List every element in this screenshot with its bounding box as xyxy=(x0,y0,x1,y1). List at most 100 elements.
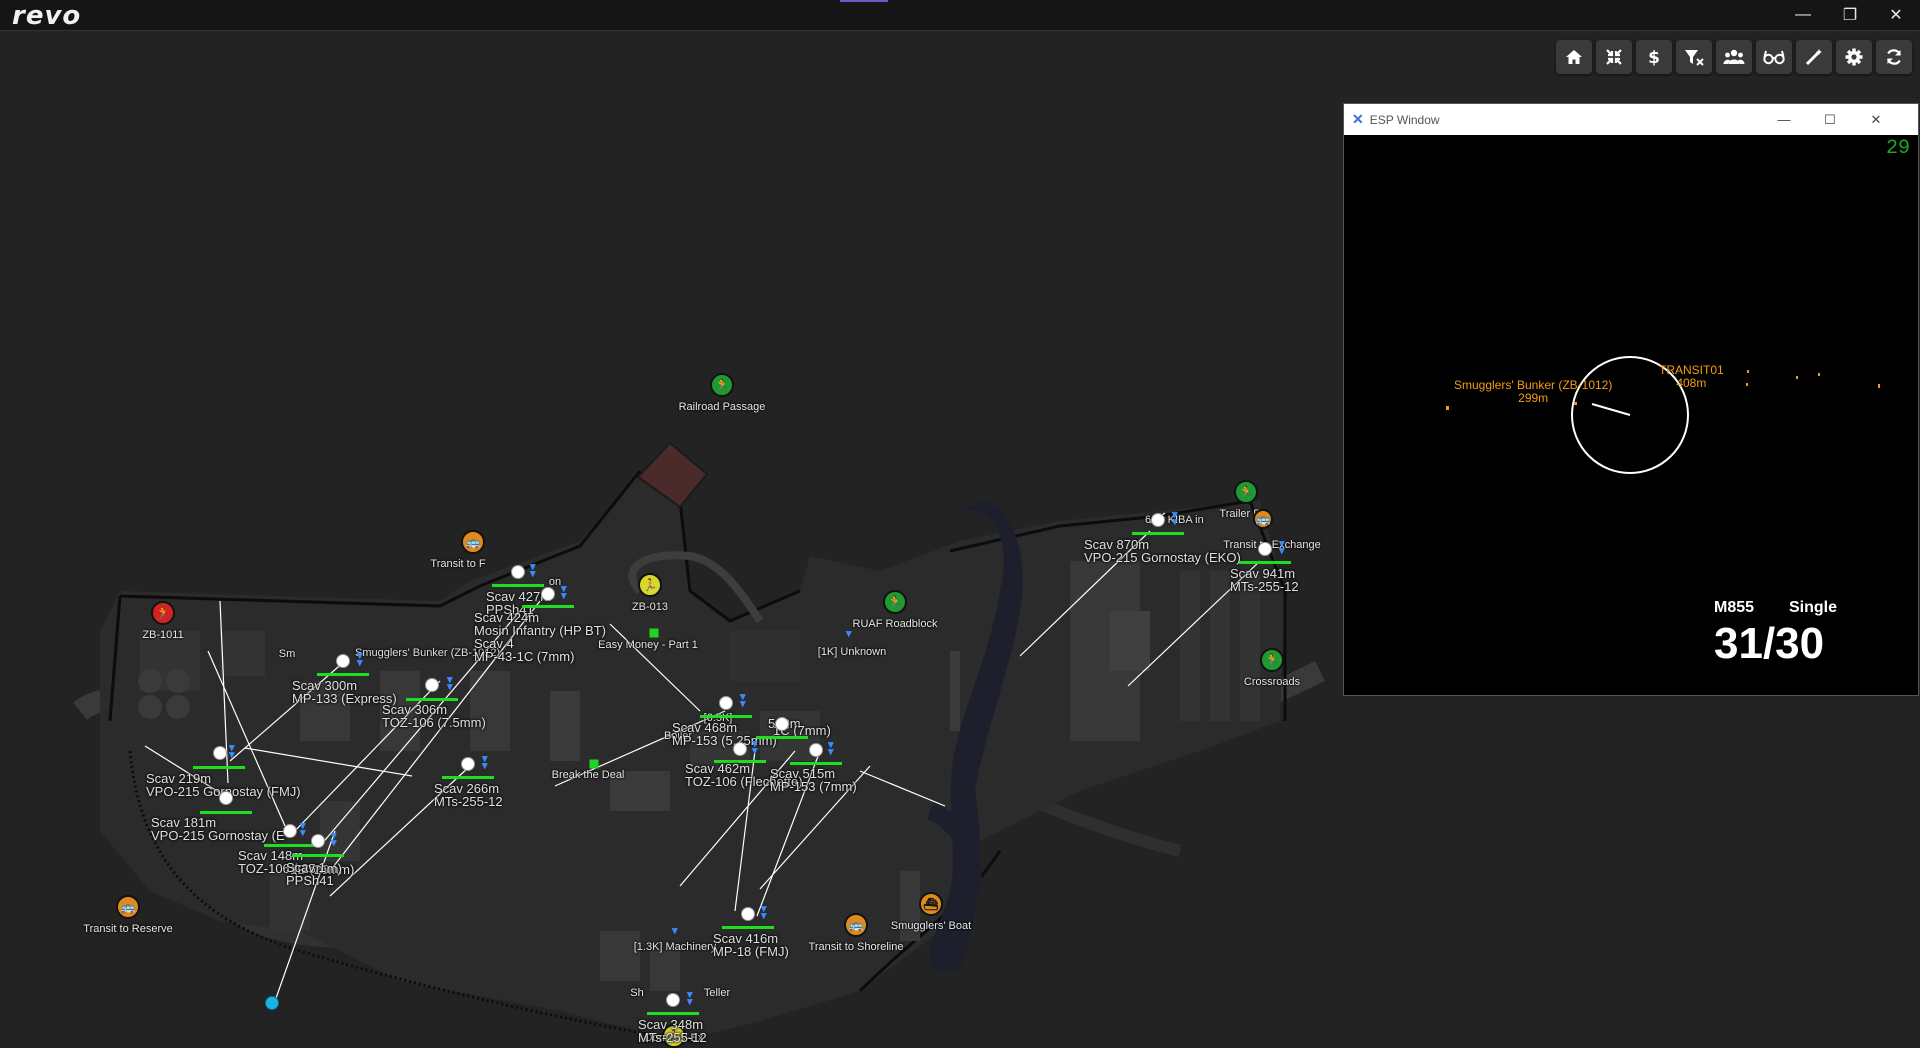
quest-marker-icon[interactable] xyxy=(649,628,659,638)
smugglers-boat-label: Smugglers' Boat xyxy=(890,920,972,932)
chevron-down-icon: ▾ ▾ xyxy=(331,830,337,849)
scav-marker[interactable] xyxy=(511,565,525,579)
esp-titlebar[interactable]: ✕ ESP Window — ☐ ✕ xyxy=(1344,104,1918,135)
app-logo: revo xyxy=(12,1,82,31)
scav-marker[interactable] xyxy=(311,834,325,848)
scav-marker[interactable] xyxy=(1258,542,1272,556)
exfil-danger-icon[interactable]: 🏃 xyxy=(151,601,175,625)
crossroads-label: Crossroads xyxy=(1243,676,1301,688)
scav-marker[interactable] xyxy=(283,824,297,838)
chevron-down-icon: ▾ ▾ xyxy=(482,753,488,772)
exfil-running-icon[interactable]: 🏃 xyxy=(1260,648,1284,672)
chevron-down-icon: ▾ ▾ xyxy=(761,903,767,922)
exfil-running-icon[interactable]: 🏃 xyxy=(1234,480,1258,504)
esp-bunker-label: Smugglers' Bunker (ZB-1012) 299m xyxy=(1454,378,1613,405)
chevron-down-icon: ▾ ▾ xyxy=(300,820,306,839)
scav-marker[interactable] xyxy=(541,587,555,601)
scav-health-bar xyxy=(442,776,494,779)
ruaf-roadblock-label: RUAF Roadblock xyxy=(852,618,938,630)
scav-label: Scav 870m VPO-215 Gornostay (EKO) xyxy=(1084,537,1241,565)
sm-label: Sm xyxy=(278,648,296,660)
loot-chevron-icon: ▾ xyxy=(672,925,678,937)
zb013-label: ZB-013 xyxy=(631,601,669,613)
scav-health-bar xyxy=(790,762,842,765)
fire-mode: Single xyxy=(1789,599,1838,616)
scav-marker[interactable] xyxy=(666,993,680,1007)
scav-health-bar xyxy=(492,584,544,587)
chevron-down-icon: ▾ ▾ xyxy=(828,739,834,758)
scav-marker[interactable] xyxy=(219,791,233,805)
scav-marker[interactable] xyxy=(733,742,747,756)
minimize-button[interactable]: — xyxy=(1781,0,1825,30)
esp-viewport: 29 Smugglers' Bunker (ZB-1012) 299m TRANS… xyxy=(1344,135,1918,695)
esp-app-icon: ✕ xyxy=(1352,111,1364,127)
chevron-down-icon: ▾ ▾ xyxy=(357,650,363,669)
scav-marker[interactable] xyxy=(809,743,823,757)
title-accent xyxy=(840,0,888,2)
esp-maximize-button[interactable]: ☐ xyxy=(1807,104,1853,135)
scav-marker[interactable] xyxy=(719,696,733,710)
exfil-boat-icon[interactable]: ⛴ xyxy=(919,892,943,916)
scav-label: Scav 1 PPSh41 xyxy=(286,860,334,888)
title-bar: revo — ❐ ✕ xyxy=(0,0,1920,31)
break-the-deal-label: Break the Deal xyxy=(551,769,625,781)
scav-health-bar xyxy=(756,736,808,739)
transit-bus-icon[interactable]: 🚌 xyxy=(1253,509,1273,529)
machinery-label: [1.3K] Machinery xyxy=(633,941,717,953)
scav-health-bar xyxy=(317,673,369,676)
chevron-down-icon: ▾ ▾ xyxy=(1172,509,1178,528)
zb1011-label: ZB-1011 xyxy=(142,629,184,641)
sh-label: Sh xyxy=(630,987,644,999)
transit-shoreline-label: Transit to Shoreline xyxy=(808,941,904,953)
scav-marker[interactable] xyxy=(336,654,350,668)
chevron-down-icon: ▾ ▾ xyxy=(1279,538,1285,557)
transit-bus-icon[interactable]: 🚌 xyxy=(116,895,140,919)
scav-health-bar xyxy=(200,811,252,814)
exfil-running-icon[interactable]: 🏃 xyxy=(883,590,907,614)
esp-transit-label: TRANSIT01 408m xyxy=(1659,363,1724,390)
scav-label: Scav 941m MTs-255-12 xyxy=(1230,566,1299,594)
chevron-down-icon: ▾ ▾ xyxy=(229,742,235,761)
scav-marker[interactable] xyxy=(425,678,439,692)
scav-label: Scav 515m MP-153 (7mm) xyxy=(770,766,857,794)
scav-label: Scav 306m TOZ-106 (7.5mm) xyxy=(382,702,486,730)
on-label: on xyxy=(548,576,562,588)
transit-bus-icon[interactable]: 🚌 xyxy=(844,913,868,937)
esp-close-button[interactable]: ✕ xyxy=(1853,104,1899,135)
unknown-1k-label: [1K] Unknown xyxy=(817,646,887,658)
scav-marker[interactable] xyxy=(775,717,789,731)
scav-label: Scav 468m MP-153 (5.25mm) xyxy=(672,720,777,748)
scav-marker[interactable] xyxy=(1151,513,1165,527)
scav-health-bar xyxy=(1132,532,1184,535)
scav-label: Scav 416m MP-18 (FMJ) xyxy=(713,931,789,959)
exfil-running-icon[interactable]: 🏃 xyxy=(710,373,734,397)
loot-chevron-icon: ▾ xyxy=(846,628,852,640)
scav-label: Scav 348m MTs-255-12 xyxy=(638,1017,707,1045)
chevron-down-icon: ▾ ▾ xyxy=(740,691,746,710)
esp-window[interactable]: ✕ ESP Window — ☐ ✕ 29 Smugglers' Bunker … xyxy=(1343,103,1919,696)
scav-marker[interactable] xyxy=(213,746,227,760)
scav-marker[interactable] xyxy=(741,907,755,921)
easy-money-label: Easy Money - Part 1 xyxy=(598,639,698,651)
scav-label: Scav 266m MTs-255-12 xyxy=(434,781,503,809)
transit-bus-icon[interactable]: 🚌 xyxy=(461,530,485,554)
close-button[interactable]: ✕ xyxy=(1874,0,1918,30)
scav-marker[interactable] xyxy=(461,757,475,771)
ammo-count: 31/30 xyxy=(1714,619,1825,668)
scav-health-bar xyxy=(193,766,245,769)
railroad-passage-label: Railroad Passage xyxy=(678,401,766,413)
transit-fs-label: Transit to F xyxy=(430,558,486,570)
player-self-marker xyxy=(265,996,279,1010)
scav-health-bar xyxy=(406,698,458,701)
scav-label: Scav 4 MP-43-1C (7mm) xyxy=(474,636,575,664)
restore-button[interactable]: ❐ xyxy=(1828,0,1872,30)
scav-health-bar xyxy=(292,854,344,857)
transit-reserve-label: Transit to Reserve xyxy=(83,923,173,935)
scav-health-bar xyxy=(264,844,316,847)
scav-health-bar xyxy=(647,1012,699,1015)
esp-minimize-button[interactable]: — xyxy=(1761,104,1807,135)
ammo-type: M855 xyxy=(1714,599,1755,616)
exfil-quest-icon[interactable]: 🏃 xyxy=(638,573,662,597)
scav-label: Scav 424m Mosin Infantry (HP BT) xyxy=(474,610,606,638)
quest-marker-icon[interactable] xyxy=(589,759,599,769)
